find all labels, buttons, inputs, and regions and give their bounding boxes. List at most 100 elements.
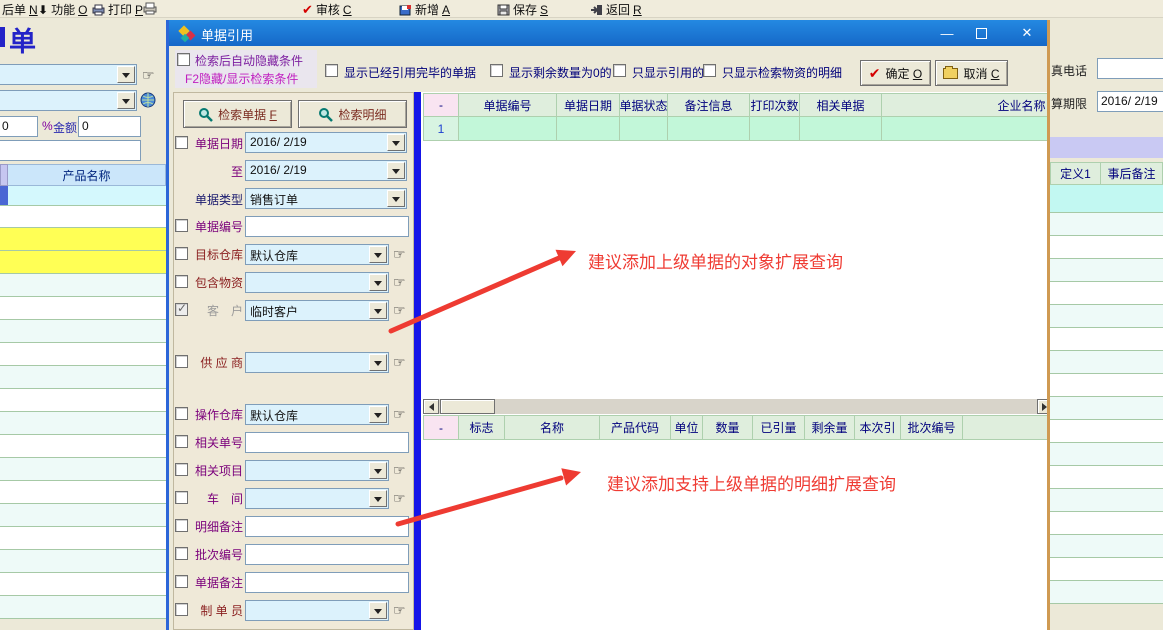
related-number-input[interactable] bbox=[245, 432, 409, 453]
ok-button[interactable]: ✔ 确定 O bbox=[860, 60, 931, 86]
secondary-combo[interactable] bbox=[0, 90, 137, 111]
table-row[interactable] bbox=[0, 206, 166, 228]
column-header[interactable]: 打印次数 bbox=[750, 93, 800, 117]
globe-icon[interactable] bbox=[140, 92, 156, 108]
workshop-combo[interactable] bbox=[245, 488, 389, 509]
hand-picker-icon[interactable]: ☞ bbox=[393, 355, 406, 369]
cancel-button[interactable]: 取消 C bbox=[935, 60, 1008, 86]
menu-item-print[interactable]: 打印P bbox=[92, 1, 143, 18]
toolbar-save-button[interactable]: 保存S bbox=[497, 1, 548, 18]
doc-date-from-combo[interactable]: 2016/ 2/19 bbox=[245, 132, 407, 153]
chevron-down-icon[interactable] bbox=[369, 354, 387, 371]
column-header[interactable] bbox=[963, 415, 1050, 440]
table-row[interactable] bbox=[0, 228, 166, 251]
toolbar-audit-button[interactable]: ✔ 审核C bbox=[302, 1, 352, 18]
chevron-down-icon[interactable] bbox=[387, 134, 405, 151]
table-row[interactable] bbox=[1050, 489, 1163, 512]
column-header[interactable]: 已引量 bbox=[753, 415, 805, 440]
table-row[interactable] bbox=[1050, 443, 1163, 466]
chevron-down-icon[interactable] bbox=[387, 162, 405, 179]
chevron-down-icon[interactable] bbox=[117, 66, 135, 83]
table-row[interactable] bbox=[0, 550, 166, 573]
dialog-titlebar[interactable]: 单据引用 — ✕ bbox=[169, 20, 1047, 46]
column-header[interactable]: 本次引 bbox=[855, 415, 901, 440]
table-row[interactable] bbox=[0, 596, 166, 619]
show-zero-remaining-checkbox[interactable] bbox=[490, 64, 503, 77]
menu-item-after-doc[interactable]: 后单N bbox=[2, 1, 38, 18]
corner-header-cell[interactable]: - bbox=[423, 415, 459, 440]
table-row[interactable] bbox=[0, 251, 166, 274]
cell[interactable] bbox=[620, 117, 668, 141]
column-header[interactable]: 剩余量 bbox=[805, 415, 855, 440]
column-header[interactable]: 数量 bbox=[703, 415, 753, 440]
show-finished-checkbox[interactable] bbox=[325, 64, 338, 77]
doc-type-combo[interactable]: 销售订单 bbox=[245, 188, 407, 209]
hand-picker-icon[interactable]: ☞ bbox=[393, 407, 406, 421]
scrollbar-thumb[interactable] bbox=[440, 399, 495, 414]
table-row[interactable] bbox=[1050, 581, 1163, 604]
table-row[interactable] bbox=[0, 343, 166, 366]
table-row[interactable] bbox=[0, 504, 166, 527]
column-header[interactable]: 备注信息 bbox=[668, 93, 750, 117]
column-header[interactable]: 单据日期 bbox=[557, 93, 620, 117]
hand-picker-icon[interactable]: ☞ bbox=[142, 68, 155, 82]
detail-remark-input[interactable] bbox=[245, 516, 409, 537]
table-row[interactable] bbox=[1050, 328, 1163, 351]
toolbar-return-button[interactable]: 返回R bbox=[590, 1, 642, 18]
remark-input[interactable] bbox=[0, 140, 141, 161]
table-row[interactable] bbox=[0, 274, 166, 297]
column-header[interactable]: 批次编号 bbox=[901, 415, 963, 440]
product-name-column-header[interactable]: 产品名称 bbox=[8, 164, 166, 186]
close-button[interactable]: ✕ bbox=[1015, 24, 1039, 42]
cell[interactable] bbox=[668, 117, 750, 141]
auto-hide-checkbox[interactable] bbox=[177, 53, 190, 66]
doc-number-input[interactable] bbox=[245, 216, 409, 237]
doc-date-to-combo[interactable]: 2016/ 2/19 bbox=[245, 160, 407, 181]
cell[interactable] bbox=[882, 117, 1050, 141]
menu-item-functions[interactable]: ⬇ 功能O bbox=[38, 1, 87, 18]
table-row[interactable] bbox=[1050, 351, 1163, 374]
table-row[interactable] bbox=[1050, 185, 1163, 213]
fax-input[interactable] bbox=[1097, 58, 1163, 79]
include-material-combo[interactable] bbox=[245, 272, 389, 293]
cell[interactable] bbox=[750, 117, 800, 141]
corner-header-cell[interactable]: - bbox=[423, 93, 459, 117]
table-row[interactable] bbox=[0, 320, 166, 343]
amount-input[interactable]: 0 bbox=[78, 116, 141, 137]
documents-table-row[interactable]: 1 bbox=[423, 117, 1050, 141]
doc-maker-combo[interactable] bbox=[245, 600, 389, 621]
customer-combo[interactable] bbox=[0, 64, 137, 85]
customer-filter-combo[interactable]: 临时客户 bbox=[245, 300, 389, 321]
after-note-column-header[interactable]: 事后备注 bbox=[1101, 162, 1163, 185]
related-project-combo[interactable] bbox=[245, 460, 389, 481]
percent-input[interactable]: 0 bbox=[0, 116, 38, 137]
scroll-left-button[interactable] bbox=[423, 399, 439, 414]
only-searched-material-checkbox[interactable] bbox=[703, 64, 716, 77]
chevron-down-icon[interactable] bbox=[369, 462, 387, 479]
horizontal-scrollbar[interactable] bbox=[423, 399, 1050, 414]
table-row[interactable] bbox=[1050, 305, 1163, 328]
table-row[interactable] bbox=[1050, 420, 1163, 443]
table-row[interactable] bbox=[0, 186, 166, 206]
deadline-input[interactable]: 2016/ 2/19 bbox=[1097, 91, 1163, 112]
minimize-button[interactable]: — bbox=[935, 24, 959, 42]
table-row[interactable] bbox=[0, 481, 166, 504]
table-row[interactable] bbox=[1050, 259, 1163, 282]
custom1-column-header[interactable]: 定义1 bbox=[1050, 162, 1101, 185]
column-header[interactable]: 企业名称 bbox=[882, 93, 1050, 117]
column-header[interactable]: 产品代码 bbox=[600, 415, 671, 440]
table-row[interactable] bbox=[0, 527, 166, 550]
column-header[interactable]: 单据编号 bbox=[459, 93, 557, 117]
cell[interactable] bbox=[557, 117, 620, 141]
table-row[interactable] bbox=[0, 458, 166, 481]
column-header[interactable]: 标志 bbox=[459, 415, 505, 440]
chevron-down-icon[interactable] bbox=[369, 406, 387, 423]
table-row[interactable] bbox=[1050, 466, 1163, 489]
table-row[interactable] bbox=[0, 573, 166, 596]
cell[interactable] bbox=[459, 117, 557, 141]
table-row[interactable] bbox=[0, 366, 166, 389]
table-row[interactable] bbox=[1050, 558, 1163, 581]
maximize-button[interactable] bbox=[969, 24, 993, 42]
supplier-combo[interactable] bbox=[245, 352, 389, 373]
toolbar-new-button[interactable]: 新增A bbox=[399, 1, 450, 18]
